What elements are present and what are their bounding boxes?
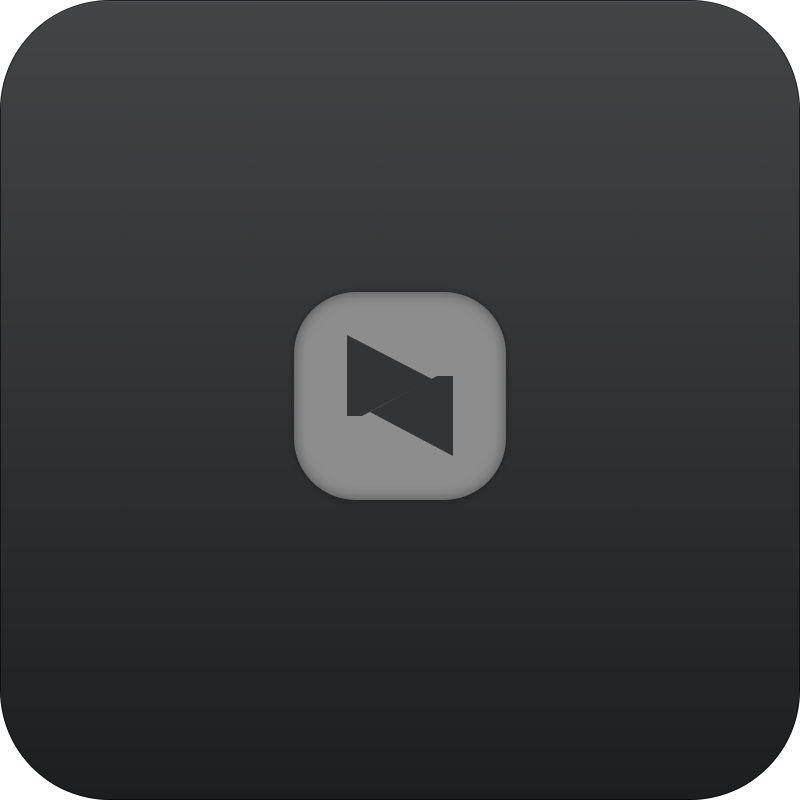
app-icon-tile[interactable] [0, 0, 800, 800]
play-and-rewind-icon [347, 335, 453, 456]
badge [294, 292, 506, 500]
